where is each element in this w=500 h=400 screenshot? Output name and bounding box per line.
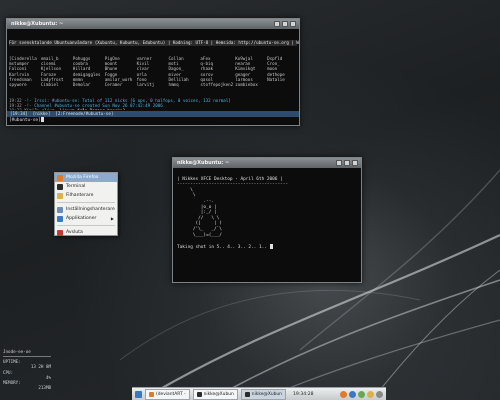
power-icon[interactable]: [376, 390, 383, 398]
menu-item-settings[interactable]: Inställningshanterare: [55, 205, 117, 214]
chevron-right-icon: ▶: [110, 216, 114, 221]
menu-item-terminal[interactable]: Terminal: [55, 182, 117, 191]
menu-separator: [57, 225, 115, 226]
terminal-icon: [57, 183, 63, 190]
menu-item-label: Filhanterare: [66, 193, 94, 198]
menu-item-folder[interactable]: Filhanterare: [55, 191, 117, 200]
nick-entry[interactable]: Cimbiel: [41, 82, 71, 87]
quit-icon: [57, 229, 63, 236]
menu-item-label: Avsluta: [66, 230, 83, 235]
terminal-icon: [244, 391, 250, 397]
irc-input-line[interactable]: [#ubuntu-se]: [7, 117, 299, 125]
terminal-output[interactable]: | Nikkes XFCE Desktop - April 6th 2006 |…: [173, 168, 361, 284]
close-button[interactable]: [290, 21, 296, 27]
folder-icon[interactable]: [367, 390, 374, 398]
irc-message-log: 19:32 -!- Irssi: #ubuntu-se: Total of 11…: [9, 98, 297, 110]
network-icon[interactable]: [349, 390, 356, 398]
applications-menu-icon[interactable]: [135, 390, 142, 398]
text-cursor: [40, 117, 44, 122]
nick-list: [Cinderella email_b Pohuggs PigOne varner Col…: [9, 56, 297, 87]
maximize-button[interactable]: [282, 21, 288, 27]
taskbar-button-label: (deviantART -: [156, 391, 186, 397]
nick-entry[interactable]: zombiebox: [235, 82, 265, 87]
irc-message: 19:32 Xim'J: clixr, linuxm från Bazaar h…: [9, 108, 297, 110]
stat-label: CPU:: [3, 369, 14, 375]
nick-entry[interactable]: Ceramer: [105, 82, 135, 87]
taskbar-button[interactable]: nikke@Xubun: [192, 388, 238, 400]
taskbar-button-label: nikke@Xubun: [203, 391, 234, 397]
firefox-icon[interactable]: [340, 390, 347, 398]
menu-item-applications[interactable]: Applikationer ▶: [55, 214, 117, 223]
terminal-line: Taking shot in 5.. 4.. 3.. 2.. 1..: [177, 243, 357, 251]
irc-window-title: nikke@Xubuntu: ~: [11, 21, 64, 27]
maximize-button[interactable]: [344, 160, 350, 166]
menu-separator: [57, 202, 115, 203]
stat-label: MEMORY:: [3, 380, 21, 386]
irc-terminal-window[interactable]: nikke@Xubuntu: ~ För svensktalande Ubunt…: [6, 18, 300, 126]
stat-value: 13 2H 8M: [30, 364, 51, 370]
terminal-icon: [196, 391, 202, 397]
nick-entry[interactable]: spywere: [9, 82, 39, 87]
firefox-icon: [57, 174, 63, 181]
terminal-window[interactable]: nikke@Xubuntu: ~ | Nikkes XFCE Desktop -…: [172, 157, 362, 283]
nick-entry[interactable]: hmmq: [169, 82, 199, 87]
taskbar: (deviantART - nikke@Xubun nikke@Xubun 19:3…: [132, 387, 386, 400]
nick-entry[interactable]: larvitj: [137, 82, 167, 87]
stat-row: 213MB: [3, 385, 51, 390]
nick-entry[interactable]: stoffepojken2: [200, 82, 233, 87]
stat-value: 213MB: [38, 385, 51, 391]
menu-item-label: Terminal: [66, 184, 86, 189]
menu-item-label: Inställningshanterare: [66, 207, 115, 212]
irc-terminal-output[interactable]: För svensktalande Ubuntuanvändare (Xubun…: [7, 29, 299, 110]
system-monitor: Jnode-ee-oe UPTIME: 13 2H 8M CPU: 4% MEMORY:…: [3, 349, 51, 390]
minimize-button[interactable]: [274, 21, 280, 27]
terminal-window-title: nikke@Xubuntu: ~: [177, 160, 230, 166]
applications-menu[interactable]: Mozilla Firefox Terminal Filhanterare Instä…: [54, 172, 118, 236]
menu-item-firefox[interactable]: Mozilla Firefox: [55, 173, 117, 182]
taskbar-button[interactable]: nikke@Xubun: [240, 388, 286, 400]
nick-entry[interactable]: Natalie: [267, 77, 297, 82]
menu-item-label: Mozilla Firefox: [66, 175, 99, 180]
taskbar-button[interactable]: (deviantART -: [145, 388, 190, 400]
terminal-window-titlebar[interactable]: nikke@Xubuntu: ~: [173, 158, 361, 168]
browser-icon: [149, 391, 154, 397]
divider: [3, 356, 51, 358]
hostname: Jnode-ee-oe: [3, 349, 31, 354]
minimize-button[interactable]: [336, 160, 342, 166]
close-button[interactable]: [352, 160, 358, 166]
text-cursor: [269, 243, 273, 249]
menu-item-quit[interactable]: Avsluta: [55, 228, 117, 237]
message-text: Xim'J: clixr, linuxm från Bazaar hanske?: [22, 108, 125, 110]
system-tray: [340, 390, 383, 398]
channel-topic: För svensktalande Ubuntuanvändare (Xubun…: [9, 40, 299, 46]
irc-window-titlebar[interactable]: nikke@Xubuntu: ~: [7, 19, 299, 29]
clock[interactable]: 19:34:28: [293, 392, 314, 397]
message-timestamp: 19:32: [9, 108, 22, 110]
stat-value: 4%: [45, 374, 51, 380]
folder-icon: [57, 192, 63, 199]
applications-icon: [57, 215, 63, 222]
volume-icon[interactable]: [358, 390, 365, 398]
stat-label: UPTIME:: [3, 359, 21, 365]
nick-entry[interactable]: Demolar: [73, 82, 103, 87]
irc-input-prompt: [#ubuntu-se]: [9, 118, 41, 123]
taskbar-button-label: nikke@Xubun: [251, 391, 282, 397]
settings-icon: [57, 206, 63, 213]
menu-item-label: Applikationer: [66, 216, 97, 221]
